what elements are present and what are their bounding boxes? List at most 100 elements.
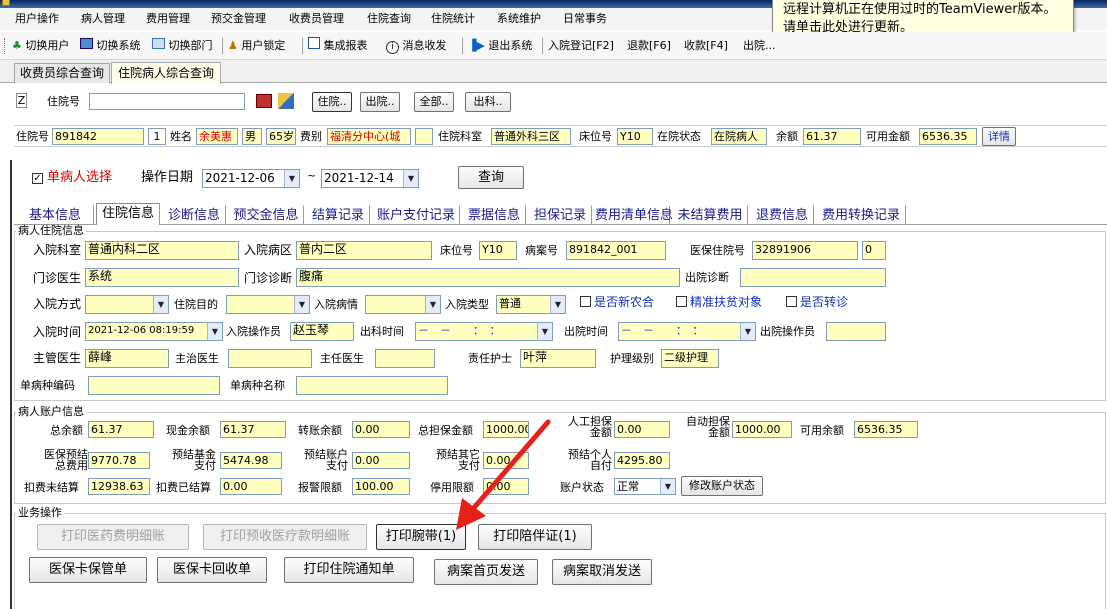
- pb-fee-type-label: 费别: [300, 130, 322, 143]
- chevron-down-icon[interactable]: ▼: [284, 170, 299, 187]
- filter-dept-out-button[interactable]: 出科..: [465, 92, 511, 112]
- charge-button[interactable]: 收款[F4]: [684, 36, 728, 55]
- acc-auto-guarantee: 1000.00: [732, 421, 792, 438]
- menu-prepaid-mgmt[interactable]: 预交金管理: [211, 10, 266, 27]
- acc-settled-label: 扣费已结算: [156, 481, 211, 494]
- info-tab-7[interactable]: 担保记录: [528, 205, 592, 225]
- checkbox-icon: [786, 296, 797, 307]
- chk-poverty[interactable]: 精准扶贫对象: [676, 294, 762, 311]
- chevron-down-icon[interactable]: ▼: [403, 170, 418, 187]
- menu-cashier-mgmt[interactable]: 收费员管理: [289, 10, 344, 27]
- menu-patient-mgmt[interactable]: 病人管理: [81, 10, 125, 27]
- acc-state-select[interactable]: 正常 ▼: [614, 478, 676, 495]
- adm-type-select[interactable]: 普通 ▼: [496, 295, 566, 314]
- adm-condition-select[interactable]: ▼: [365, 295, 441, 314]
- single-patient-checkbox[interactable]: ✓ 单病人选择: [32, 169, 112, 187]
- chk-transfer[interactable]: 是否转诊: [786, 294, 848, 311]
- info-tab-4[interactable]: 结算记录: [306, 205, 370, 225]
- message-button[interactable]: i 消息收发: [386, 36, 447, 55]
- switch-dept-button[interactable]: 切换部门: [152, 36, 213, 55]
- date-from-picker[interactable]: 2021-12-06 ▼: [202, 169, 300, 188]
- pb-available: 6536.35: [919, 128, 977, 145]
- info-tab-11[interactable]: 费用转换记录: [816, 205, 906, 225]
- menu-system-maint[interactable]: 系统维护: [497, 10, 541, 27]
- admission-register-button[interactable]: 入院登记[F2]: [548, 36, 614, 55]
- annotation-arrow: [456, 419, 551, 530]
- adm-dept-out-picker[interactable]: － － ： ： ▼: [415, 322, 553, 341]
- filter-discharged-button[interactable]: 出院..: [360, 92, 400, 112]
- filter-inpatient-button[interactable]: 住院..: [312, 92, 352, 112]
- print-drug-detail-button[interactable]: 打印医药费明细账: [37, 524, 189, 550]
- query-button[interactable]: 查询: [458, 166, 524, 189]
- doc-tab-inpatient-query[interactable]: 住院病人综合查询: [111, 62, 221, 84]
- date-to-picker[interactable]: 2021-12-14 ▼: [321, 169, 419, 188]
- chevron-down-icon[interactable]: ▼: [425, 296, 440, 313]
- adm-case-no-label: 病案号: [525, 244, 558, 257]
- adm-time-picker[interactable]: 2021-12-06 08:19:59 ▼: [85, 322, 223, 341]
- chevron-down-icon[interactable]: ▼: [294, 296, 309, 313]
- adm-bed: Y10: [479, 241, 517, 260]
- chevron-down-icon[interactable]: ▼: [537, 323, 552, 340]
- info-tab-1[interactable]: 住院信息: [96, 203, 160, 225]
- z-label: Z: [16, 93, 27, 108]
- refund-button[interactable]: 退款[F6]: [627, 36, 671, 55]
- doc-tab-cashier-query[interactable]: 收费员综合查询: [14, 63, 110, 83]
- discharge-button[interactable]: 出院...: [743, 36, 776, 55]
- chevron-down-icon[interactable]: ▼: [153, 296, 168, 313]
- menu-fee-mgmt[interactable]: 费用管理: [146, 10, 190, 27]
- print-prepaid-detail-button[interactable]: 打印预收医疗款明细账: [203, 524, 367, 550]
- adm-director: [375, 349, 435, 368]
- cancel-case-send-button[interactable]: 病案取消发送: [552, 559, 652, 585]
- pb-sex: 男: [242, 128, 262, 145]
- info-tab-10[interactable]: 退费信息: [750, 205, 814, 225]
- chevron-down-icon[interactable]: ▼: [660, 479, 675, 494]
- user-lock-button[interactable]: ♟ 用户锁定: [228, 36, 285, 55]
- adm-ward: 普内二区: [296, 241, 432, 260]
- print-admission-notice-button[interactable]: 打印住院通知单: [284, 557, 414, 583]
- integrated-report-button[interactable]: 集成报表: [308, 36, 368, 55]
- chevron-down-icon[interactable]: ▼: [207, 323, 222, 340]
- info-tab-8[interactable]: 费用清单信息: [594, 205, 673, 225]
- info-tab-3[interactable]: 预交金信息: [228, 205, 304, 225]
- info-tab-2[interactable]: 诊断信息: [162, 205, 226, 225]
- detail-button[interactable]: 详情: [982, 127, 1016, 146]
- switch-user-button[interactable]: ♣ 切换用户: [12, 36, 69, 55]
- info-tab-9[interactable]: 未结算费用: [672, 205, 748, 225]
- left-edge: [10, 160, 12, 609]
- modify-account-state-button[interactable]: 修改账户状态: [681, 476, 763, 496]
- info-tab-5[interactable]: 账户支付记录: [372, 205, 460, 225]
- adm-mode-label: 入院方式: [33, 297, 82, 311]
- chevron-down-icon[interactable]: ▼: [740, 323, 755, 340]
- menu-inpatient-query[interactable]: 住院查询: [367, 10, 411, 27]
- acc-settled: 0.00: [220, 478, 282, 495]
- info-tab-0[interactable]: 基本信息: [16, 205, 94, 225]
- adm-discharge-time-picker[interactable]: － － ： ： ▼: [618, 322, 756, 341]
- pb-balance: 61.37: [803, 128, 861, 145]
- checkbox-icon: [580, 296, 591, 307]
- switch-system-button[interactable]: 切换系统: [80, 36, 141, 55]
- pb-name-label: 姓名: [170, 130, 192, 143]
- app-icon: [2, 0, 10, 6]
- chk-ncms[interactable]: 是否新农合: [580, 294, 654, 311]
- ins-card-keep-button[interactable]: 医保卡保管单: [29, 557, 147, 583]
- date-label: 操作日期: [141, 170, 194, 185]
- adm-purpose-select[interactable]: ▼: [226, 295, 310, 314]
- menu-daily[interactable]: 日常事务: [563, 10, 607, 27]
- acc-self-pay-label: 预结个人自付: [568, 448, 612, 472]
- menu-inpatient-stats[interactable]: 住院统计: [431, 10, 475, 27]
- ins-card-return-button[interactable]: 医保卡回收单: [157, 557, 267, 583]
- filter-all-button[interactable]: 全部..: [414, 92, 454, 112]
- broom-icon[interactable]: [278, 93, 294, 109]
- chevron-down-icon[interactable]: ▼: [550, 296, 565, 313]
- menu-user-ops[interactable]: 用户操作: [15, 10, 59, 27]
- adm-mode-select[interactable]: ▼: [85, 295, 169, 314]
- send-case-home-button[interactable]: 病案首页发送: [434, 559, 538, 585]
- adm-clinic-diag-label: 门诊诊断: [244, 271, 293, 285]
- exit-system-button[interactable]: ▐▶ 退出系统: [468, 36, 532, 55]
- adm-clinic-doctor: 系统: [85, 268, 239, 287]
- inpatient-no-search-input[interactable]: [89, 93, 245, 110]
- toolbar-separator: [542, 38, 543, 54]
- card-reader-icon[interactable]: [256, 94, 272, 108]
- adm-chief-doctor-label: 主管医生: [33, 351, 82, 365]
- info-tab-6[interactable]: 票据信息: [462, 205, 526, 225]
